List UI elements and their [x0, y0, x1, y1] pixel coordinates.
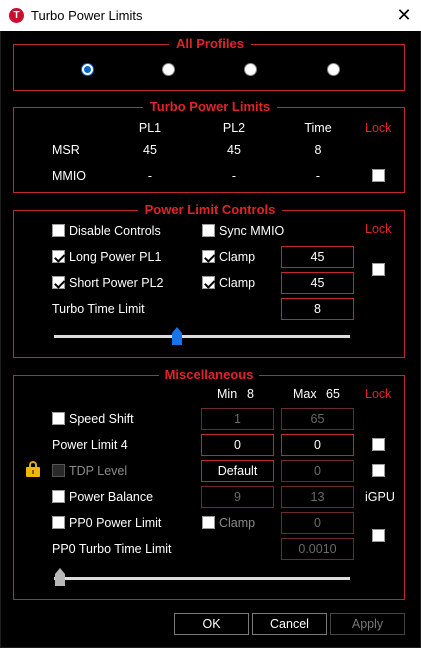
min-value: 8	[247, 387, 254, 401]
pp0-clamp-checkbox[interactable]	[202, 516, 215, 529]
power-limit-controls-title: Power Limit Controls	[138, 202, 282, 218]
sync-mmio-checkbox[interactable]	[202, 224, 215, 237]
msr-label: MSR	[52, 143, 80, 157]
short-power-pl2-label: Short Power PL2	[69, 276, 164, 290]
pl2-clamp-checkbox[interactable]	[202, 276, 215, 289]
max-value: 65	[326, 387, 340, 401]
min-label: Min	[217, 387, 238, 401]
pp0-lock-checkbox[interactable]	[372, 529, 385, 542]
msr-time-value: 8	[314, 143, 322, 157]
miscellaneous-group: Miscellaneous Min 8 Max 65 Lock Speed Sh…	[13, 367, 405, 600]
pp0-clamp-label: Clamp	[219, 516, 256, 530]
tdp-level-lock-checkbox[interactable]	[372, 464, 385, 477]
speed-shift-checkbox[interactable]	[52, 412, 65, 425]
short-power-pl2-checkbox[interactable]	[52, 276, 65, 289]
miscellaneous-title: Miscellaneous	[159, 367, 259, 383]
power-balance-label: Power Balance	[69, 490, 154, 504]
pp0-power-limit-label: PP0 Power Limit	[69, 516, 162, 530]
all-profiles-group: All Profiles	[13, 36, 405, 91]
pl2-clamp-label: Clamp	[219, 276, 256, 290]
power-limit-controls-group: Power Limit Controls Lock Disable Contro…	[13, 202, 405, 358]
pp0-turbo-time-label: PP0 Turbo Time Limit	[52, 542, 172, 556]
cancel-button[interactable]: Cancel	[252, 613, 327, 635]
igpu-label: iGPU	[365, 490, 395, 504]
profile-radio-1[interactable]	[81, 63, 94, 76]
power-balance-min-input[interactable]: 9	[201, 486, 274, 508]
pl2-value-input[interactable]: 45	[281, 272, 354, 294]
mmio-pl2-value: -	[231, 169, 237, 183]
pp0-power-limit-checkbox[interactable]	[52, 516, 65, 529]
ok-button[interactable]: OK	[174, 613, 249, 635]
turbo-power-limits-title: Turbo Power Limits	[143, 99, 277, 115]
mmio-pl1-value: -	[147, 169, 153, 183]
mmio-lock-checkbox[interactable]	[372, 169, 385, 182]
pp0-slider-track[interactable]	[54, 577, 350, 580]
msr-pl1-value: 45	[143, 143, 157, 157]
power-balance-checkbox[interactable]	[52, 490, 65, 503]
max-label: Max	[293, 387, 317, 401]
disable-controls-label: Disable Controls	[69, 224, 161, 238]
tdp-level-min-input[interactable]: Default	[201, 460, 274, 482]
msr-pl2-value: 45	[227, 143, 241, 157]
turbo-time-limit-label: Turbo Time Limit	[52, 302, 145, 316]
window-title: Turbo Power Limits	[31, 8, 143, 23]
mmio-label: MMIO	[52, 169, 87, 183]
disable-controls-checkbox[interactable]	[52, 224, 65, 237]
speed-shift-max-input[interactable]: 65	[281, 408, 354, 430]
turbo-time-limit-input[interactable]: 8	[281, 298, 354, 320]
power-limit-4-lock-checkbox[interactable]	[372, 438, 385, 451]
pp0-power-limit-input[interactable]: 0	[281, 512, 354, 534]
tdp-level-max-input[interactable]: 0	[281, 460, 354, 482]
long-power-pl1-label: Long Power PL1	[69, 250, 162, 264]
tdp-level-label: TDP Level	[69, 464, 128, 478]
long-power-pl1-checkbox[interactable]	[52, 250, 65, 263]
pp0-slider-thumb[interactable]	[55, 568, 65, 586]
pl1-clamp-checkbox[interactable]	[202, 250, 215, 263]
pp0-turbo-time-input[interactable]: 0.0010	[281, 538, 354, 560]
mmio-time-value: -	[315, 169, 321, 183]
tdp-level-checkbox[interactable]	[52, 464, 65, 477]
power-limit-4-min-input[interactable]: 0	[201, 434, 274, 456]
plc-lock-label: Lock	[365, 222, 392, 236]
profile-radio-4[interactable]	[327, 63, 340, 76]
pl1-clamp-label: Clamp	[219, 250, 256, 264]
app-icon: T	[9, 8, 24, 23]
power-limit-4-max-input[interactable]: 0	[281, 434, 354, 456]
profile-radio-2[interactable]	[162, 63, 175, 76]
all-profiles-title: All Profiles	[169, 36, 251, 52]
turbo-time-slider-track[interactable]	[54, 335, 350, 338]
padlock-icon	[26, 461, 40, 477]
plc-lock-checkbox[interactable]	[372, 263, 385, 276]
lock-header: Lock	[365, 121, 392, 135]
time-header: Time	[304, 121, 332, 135]
pl1-value-input[interactable]: 45	[281, 246, 354, 268]
apply-button[interactable]: Apply	[330, 613, 405, 635]
title-bar: T Turbo Power Limits ✕	[0, 0, 421, 31]
power-limit-4-label: Power Limit 4	[52, 438, 128, 452]
profile-radio-3[interactable]	[244, 63, 257, 76]
power-balance-max-input[interactable]: 13	[281, 486, 354, 508]
turbo-time-slider-thumb[interactable]	[172, 327, 182, 345]
turbo-power-limits-group: Turbo Power Limits PL1 PL2 Time Lock MSR…	[13, 99, 405, 193]
close-icon[interactable]: ✕	[394, 5, 414, 25]
pl1-header: PL1	[138, 121, 162, 135]
speed-shift-label: Speed Shift	[69, 412, 134, 426]
speed-shift-min-input[interactable]: 1	[201, 408, 274, 430]
misc-lock-label: Lock	[365, 387, 392, 401]
sync-mmio-label: Sync MMIO	[219, 224, 285, 238]
pl2-header: PL2	[222, 121, 246, 135]
